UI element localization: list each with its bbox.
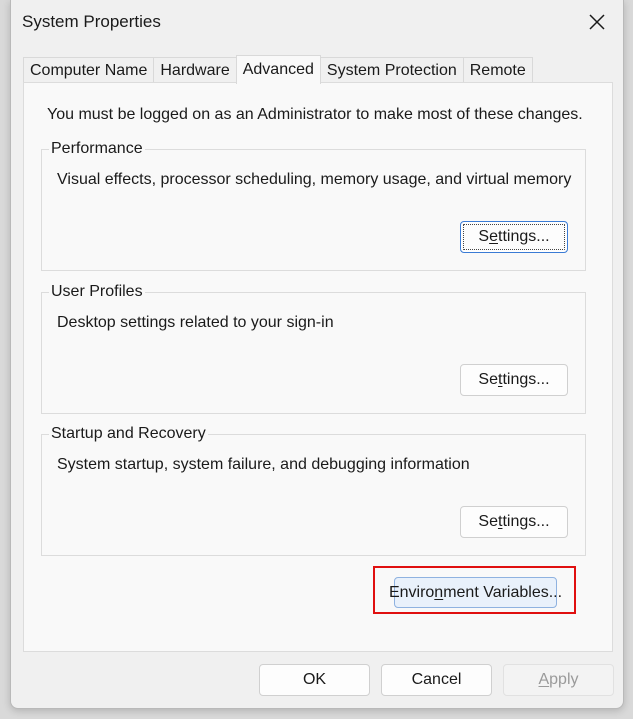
tab-computer-name[interactable]: Computer Name — [23, 57, 155, 83]
startup-recovery-group: Startup and Recovery System startup, sys… — [41, 425, 586, 556]
cancel-button[interactable]: Cancel — [381, 664, 492, 696]
user-profiles-settings-label-post: tings... — [502, 371, 550, 388]
tab-advanced[interactable]: Advanced — [235, 55, 321, 84]
tab-system-protection[interactable]: System Protection — [319, 57, 464, 83]
apply-button[interactable]: Apply — [503, 664, 614, 696]
startup-recovery-legend: Startup and Recovery — [49, 425, 208, 443]
startup-recovery-settings-label-pre: Se — [478, 513, 498, 530]
ok-button[interactable]: OK — [259, 664, 370, 696]
performance-settings-label-pre: S — [478, 228, 490, 245]
tab-hardware[interactable]: Hardware — [153, 57, 237, 83]
startup-recovery-settings-button[interactable]: Se t tings... — [460, 506, 568, 538]
environment-variables-mnemonic: n — [434, 583, 444, 601]
apply-mnemonic: A — [538, 671, 550, 688]
tab-strip: Computer Name Hardware Advanced System P… — [23, 55, 533, 84]
close-icon — [589, 14, 605, 30]
user-profiles-settings-label-pre: Se — [478, 371, 498, 388]
user-profiles-legend: User Profiles — [49, 283, 145, 301]
performance-description: Visual effects, processor scheduling, me… — [57, 171, 572, 188]
apply-label-post: pply — [549, 671, 579, 688]
window-title: System Properties — [22, 12, 161, 31]
environment-variables-label-post: ment Variables... — [443, 583, 563, 601]
performance-group: Performance Visual effects, processor sc… — [41, 140, 586, 271]
user-profiles-description: Desktop settings related to your sign-in — [57, 314, 334, 331]
user-profiles-settings-button[interactable]: Se t tings... — [460, 364, 568, 396]
close-button[interactable] — [578, 4, 616, 40]
tab-remote[interactable]: Remote — [462, 57, 533, 83]
performance-legend: Performance — [49, 140, 145, 158]
admin-note: You must be logged on as an Administrato… — [47, 106, 583, 123]
performance-settings-button[interactable]: Se ttings... — [460, 221, 568, 253]
advanced-tab-panel: You must be logged on as an Administrato… — [23, 82, 613, 652]
performance-settings-label-post: ttings... — [498, 228, 550, 245]
startup-recovery-description: System startup, system failure, and debu… — [57, 456, 470, 473]
performance-settings-mnemonic: e — [489, 228, 498, 245]
startup-recovery-settings-label-post: tings... — [502, 513, 550, 530]
environment-variables-button[interactable]: Enviro n ment Variables... — [389, 577, 562, 608]
user-profiles-group: User Profiles Desktop settings related t… — [41, 283, 586, 414]
system-properties-window: System Properties Computer Name Hardware… — [10, 0, 624, 709]
environment-variables-label-pre: Enviro — [388, 583, 435, 601]
